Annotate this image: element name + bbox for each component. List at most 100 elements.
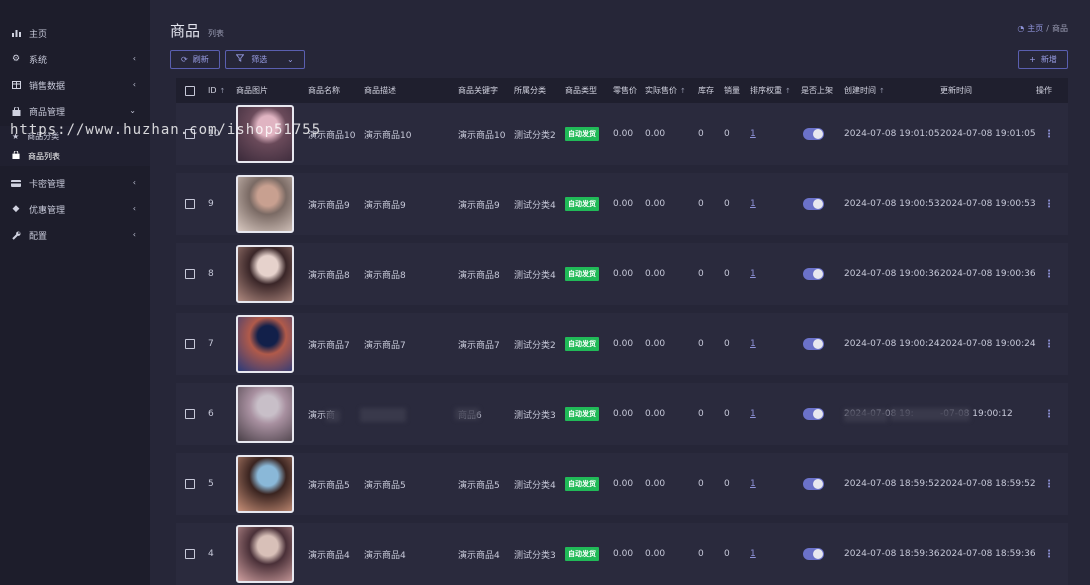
product-type-cell: 自动发货 bbox=[565, 453, 599, 515]
filter-button[interactable]: 筛选 ⌄ bbox=[224, 50, 305, 69]
more-actions-icon[interactable]: ⋮ bbox=[1044, 479, 1054, 490]
sort-weight-cell: 1 bbox=[750, 173, 756, 235]
sort-arrow-icon[interactable]: ↑ bbox=[785, 87, 791, 95]
sidebar-item-sales[interactable]: 销售数据 ‹ bbox=[0, 72, 150, 98]
row-id: 6 bbox=[208, 409, 214, 419]
stock-count: 0 bbox=[698, 479, 704, 489]
breadcrumb-home[interactable]: 主页 bbox=[1027, 23, 1043, 34]
table-header: ID ↑ 商品图片 商品名称 商品描述 商品关键字 所属分类 商品类型 零售价 实际售价 ↑ 库存 销量… bbox=[176, 78, 1068, 103]
row-id: 8 bbox=[208, 269, 214, 279]
listed-toggle[interactable] bbox=[803, 338, 824, 350]
retail-price: 0.00 bbox=[613, 199, 634, 209]
actual-price: 0.00 bbox=[645, 129, 666, 139]
more-actions-icon[interactable]: ⋮ bbox=[1044, 199, 1054, 210]
sidebar-item-system[interactable]: ⚙ 系统 ‹ bbox=[0, 46, 150, 72]
sort-weight-link[interactable]: 1 bbox=[750, 269, 756, 279]
bar-chart-icon bbox=[10, 27, 22, 39]
sales-count: 0 bbox=[724, 129, 730, 139]
sidebar-item-discounts[interactable]: ◆ 优惠管理 ‹ bbox=[0, 196, 150, 222]
product-image[interactable] bbox=[236, 525, 294, 583]
updated-time: 2024-07-08 19:00:53 bbox=[940, 199, 1036, 209]
chevron-left-icon: ‹ bbox=[132, 178, 136, 187]
sidebar-subitem-categories[interactable]: ★ 商品分类 bbox=[0, 126, 150, 146]
column-header[interactable]: 商品图片 bbox=[236, 78, 268, 103]
more-actions-icon[interactable]: ⋮ bbox=[1044, 339, 1054, 350]
product-description: 演示商品5 bbox=[364, 480, 406, 491]
column-header[interactable]: 实际售价 ↑ bbox=[645, 78, 686, 103]
row-checkbox[interactable] bbox=[185, 479, 195, 489]
product-image[interactable] bbox=[236, 245, 294, 303]
redacted-region bbox=[890, 408, 970, 421]
column-header[interactable]: 商品描述 bbox=[364, 78, 396, 103]
listed-toggle[interactable] bbox=[803, 408, 824, 420]
product-image[interactable] bbox=[236, 455, 294, 513]
product-image[interactable] bbox=[236, 315, 294, 373]
product-image[interactable] bbox=[236, 105, 294, 163]
product-type-cell: 自动发货 bbox=[565, 313, 599, 375]
product-keyword: 演示商品7 bbox=[458, 340, 500, 351]
sort-weight-link[interactable]: 1 bbox=[750, 199, 756, 209]
sidebar-item-products[interactable]: 商品管理 ⌄ bbox=[0, 98, 150, 124]
row-select-cell bbox=[185, 453, 195, 515]
column-header[interactable]: 更新时间 bbox=[940, 78, 972, 103]
sort-weight-link[interactable]: 1 bbox=[750, 409, 756, 419]
listed-toggle[interactable] bbox=[803, 198, 824, 210]
more-actions-icon[interactable]: ⋮ bbox=[1044, 409, 1054, 420]
column-header[interactable]: ID ↑ bbox=[208, 78, 225, 103]
column-header[interactable]: 排序权重 ↑ bbox=[750, 78, 791, 103]
row-checkbox[interactable] bbox=[185, 339, 195, 349]
product-name: 演示商品9 bbox=[308, 200, 350, 211]
column-header[interactable]: 零售价 bbox=[613, 78, 637, 103]
column-header[interactable]: 商品关键字 bbox=[458, 78, 498, 103]
more-actions-icon[interactable]: ⋮ bbox=[1044, 269, 1054, 280]
select-all-checkbox[interactable] bbox=[185, 85, 195, 96]
listed-toggle[interactable] bbox=[803, 478, 824, 490]
more-actions-icon[interactable]: ⋮ bbox=[1044, 129, 1054, 140]
column-header[interactable]: 库存 bbox=[698, 78, 714, 103]
sort-arrow-icon[interactable]: ↑ bbox=[879, 87, 885, 95]
listed-toggle[interactable] bbox=[803, 268, 824, 280]
product-image-cell bbox=[236, 523, 294, 585]
sidebar-item-cards[interactable]: 卡密管理 ‹ bbox=[0, 170, 150, 196]
sales-count: 0 bbox=[724, 549, 730, 559]
column-header-label: ID bbox=[208, 86, 217, 95]
sort-weight-link[interactable]: 1 bbox=[750, 549, 756, 559]
row-checkbox[interactable] bbox=[185, 409, 195, 419]
product-image[interactable] bbox=[236, 385, 294, 443]
column-header-label: 库存 bbox=[698, 86, 714, 95]
row-checkbox[interactable] bbox=[185, 199, 195, 209]
listed-toggle[interactable] bbox=[803, 128, 824, 140]
sort-arrow-icon[interactable]: ↑ bbox=[680, 87, 686, 95]
column-header[interactable]: 商品类型 bbox=[565, 78, 597, 103]
retail-price: 0.00 bbox=[613, 479, 634, 489]
product-image[interactable] bbox=[236, 175, 294, 233]
column-header[interactable]: 创建时间 ↑ bbox=[844, 78, 885, 103]
more-actions-icon[interactable]: ⋮ bbox=[1044, 549, 1054, 560]
column-header[interactable]: 所属分类 bbox=[514, 78, 546, 103]
sidebar-subitem-product-list[interactable]: 商品列表 bbox=[0, 146, 150, 166]
sort-arrow-icon[interactable]: ↑ bbox=[220, 87, 226, 95]
row-checkbox[interactable] bbox=[185, 269, 195, 279]
product-keyword: 演示商品4 bbox=[458, 550, 500, 561]
column-header[interactable]: 商品名称 bbox=[308, 78, 340, 103]
sort-weight-link[interactable]: 1 bbox=[750, 129, 756, 139]
listed-toggle[interactable] bbox=[803, 548, 824, 560]
retail-price: 0.00 bbox=[613, 129, 634, 139]
row-checkbox[interactable] bbox=[185, 129, 195, 139]
dashboard-icon: ◔ bbox=[1017, 24, 1025, 33]
sort-weight-link[interactable]: 1 bbox=[750, 339, 756, 349]
add-button[interactable]: + 新增 bbox=[1018, 50, 1068, 69]
retail-price: 0.00 bbox=[613, 339, 634, 349]
column-header[interactable]: 操作 bbox=[1036, 78, 1052, 103]
gear-icon: ⚙ bbox=[11, 54, 21, 64]
row-checkbox[interactable] bbox=[185, 549, 195, 559]
sort-weight-link[interactable]: 1 bbox=[750, 479, 756, 489]
column-header[interactable]: 销量 bbox=[724, 78, 740, 103]
sales-count: 0 bbox=[724, 409, 730, 419]
column-header-label: 商品描述 bbox=[364, 86, 396, 95]
sidebar-item-config[interactable]: 配置 ‹ bbox=[0, 222, 150, 248]
sidebar-item-home[interactable]: 主页 bbox=[0, 20, 150, 46]
created-time: 2024-07-08 19:00:36 bbox=[844, 269, 940, 279]
column-header[interactable]: 是否上架 bbox=[801, 78, 833, 103]
refresh-button[interactable]: ⟳ 刷新 bbox=[170, 50, 220, 69]
